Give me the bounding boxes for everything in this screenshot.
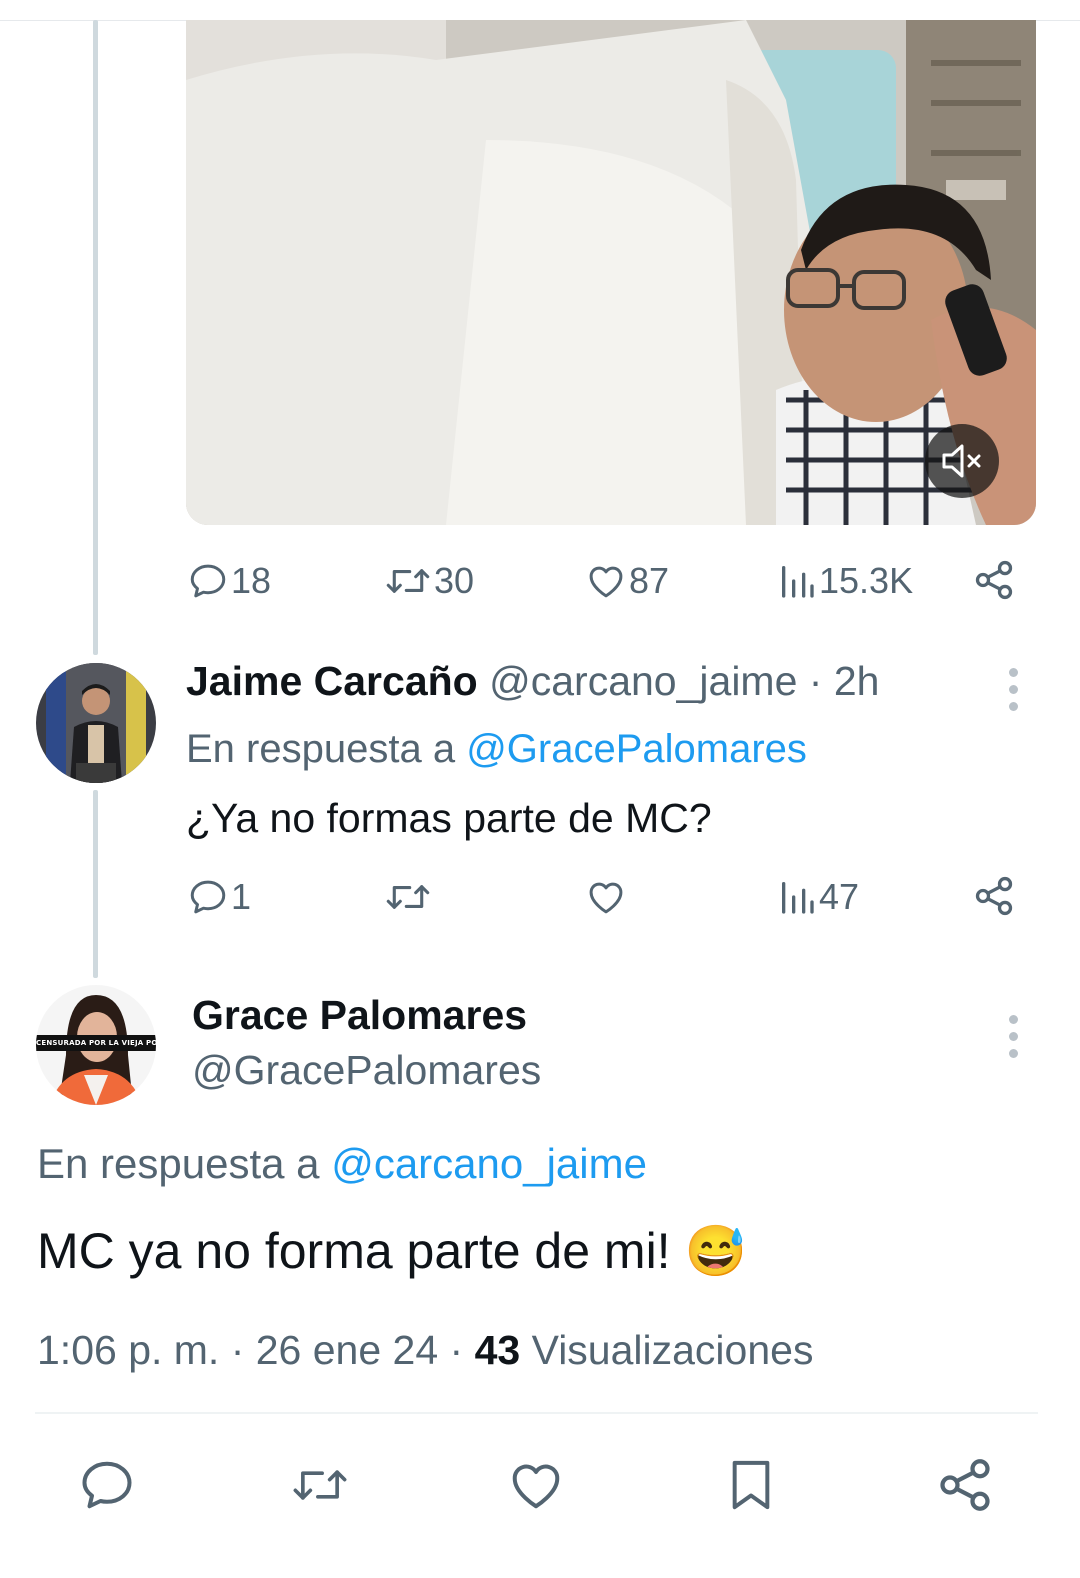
main-author-handle[interactable]: @GracePalomares [192,1047,541,1094]
share-icon [975,876,1013,916]
more-button[interactable] [1008,668,1018,711]
tweet-meta: 1:06 p. m. · 26 ene 24 · 43 Visualizacio… [37,1327,813,1374]
author-name[interactable]: Jaime Carcaño [186,658,478,704]
tweet-video[interactable] [186,20,1036,525]
like-icon [589,882,623,914]
like-action[interactable]: 87 [585,560,669,602]
mute-button[interactable] [925,424,999,498]
tweet-timestamp[interactable]: 1:06 p. m. · 26 ene 24 · [37,1327,475,1373]
reply-action[interactable]: 1 [187,876,251,918]
retweet-icon [293,1470,347,1500]
reply-prefix: En respuesta a [186,727,467,771]
share-action[interactable] [972,874,1016,918]
retweet-icon [386,885,430,909]
main-tweet-text: MC ya no forma parte de mi! 😅 [37,1223,747,1279]
views-action[interactable]: 47 [777,876,859,918]
bookmark-button[interactable] [721,1455,781,1515]
share-action[interactable] [972,558,1016,602]
reply-prefix: En respuesta a [37,1140,332,1187]
reply-context: En respuesta a @GracePalomares [186,727,807,772]
share-button[interactable] [935,1455,995,1515]
author-handle[interactable]: @carcano_jaime [489,658,797,704]
retweet-action[interactable] [384,876,434,918]
reply-mention[interactable]: @carcano_jaime [331,1140,647,1187]
share-icon [975,560,1013,600]
reply-button[interactable] [77,1455,137,1515]
reply-count: 1 [231,876,252,917]
actions-divider [35,1412,1038,1414]
mute-icon [942,444,981,478]
reply-action[interactable]: 18 [187,560,271,602]
views-count: 43 [474,1327,521,1373]
views-count: 47 [819,876,860,917]
like-icon [512,1464,560,1509]
views-icon [782,882,814,914]
reply-count: 18 [231,560,272,601]
like-button[interactable] [506,1455,566,1515]
views-count: 15.3K [819,560,914,601]
reply-header: Jaime Carcaño @carcano_jaime · 2h [186,658,879,705]
views-action[interactable]: 15.3K [777,560,913,602]
retweet-action[interactable]: 30 [384,560,474,602]
main-author-name[interactable]: Grace Palomares [192,992,527,1039]
retweet-count: 30 [434,560,475,601]
reply-mention[interactable]: @GracePalomares [466,727,807,771]
bookmark-icon [732,1460,770,1510]
separator: · [797,658,834,704]
like-action[interactable] [585,876,629,918]
thread-line-top [93,20,98,655]
like-icon [589,566,623,598]
views-label: Visualizaciones [520,1327,814,1373]
more-button[interactable] [1008,1015,1018,1058]
retweet-button[interactable] [290,1455,350,1515]
like-count: 87 [629,560,670,601]
video-frame [186,20,1036,525]
reply-icon [190,564,226,598]
reply-text: ¿Ya no formas parte de MC? [186,795,712,841]
more-icon [1008,668,1018,677]
tweet-time[interactable]: 2h [834,658,880,704]
reply-icon [82,1461,132,1509]
main-reply-context: En respuesta a @carcano_jaime [37,1140,647,1188]
views-icon [782,566,814,598]
thread-line-bottom [93,790,98,978]
avatar-banner-text: CENSURADA POR LA VIEJA POLITICA [36,1039,156,1047]
avatar-image [36,663,156,783]
reply-icon [190,880,226,914]
more-icon [1008,1015,1018,1024]
avatar-jaime[interactable] [36,663,156,783]
share-icon [940,1459,990,1511]
retweet-icon [386,569,430,593]
